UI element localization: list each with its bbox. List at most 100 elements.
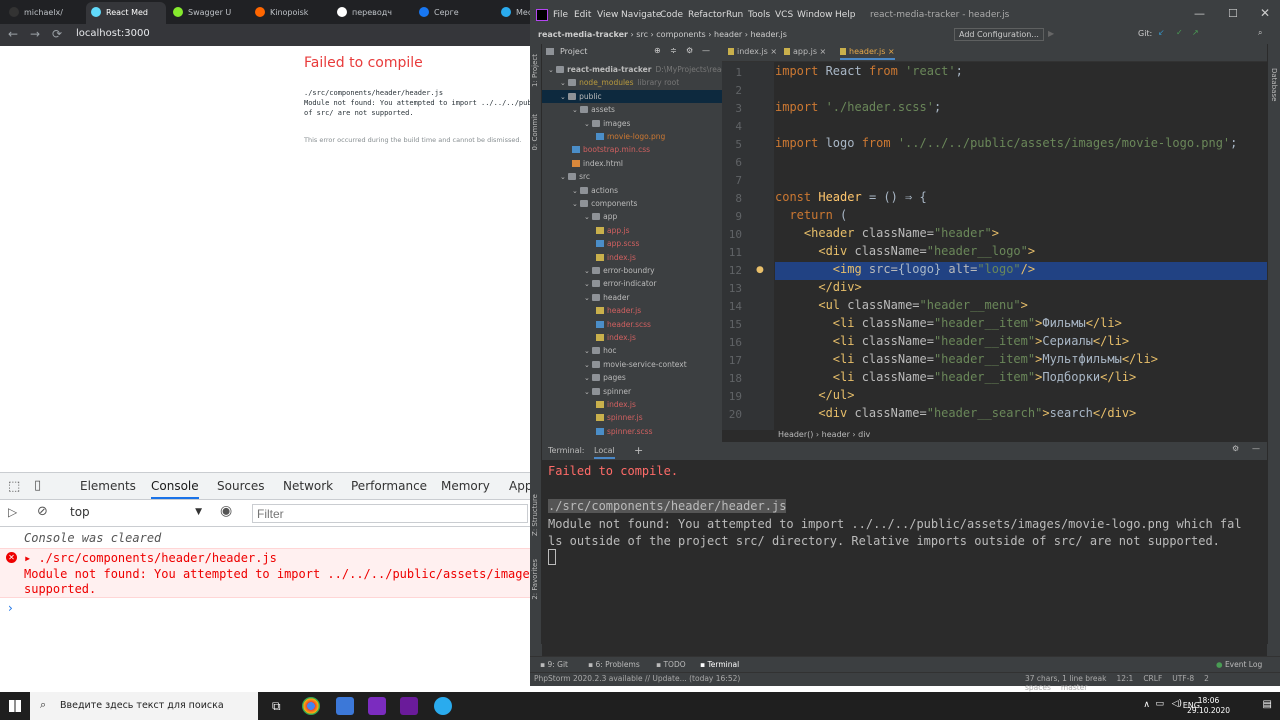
devtools-tab-network[interactable]: Network	[283, 479, 333, 493]
browser-tab[interactable]: Серге	[414, 2, 494, 24]
close-icon[interactable]: ✕	[1260, 6, 1270, 20]
tree-item[interactable]: header.js	[542, 304, 641, 317]
chevron-down-icon[interactable]: ⌄	[584, 120, 592, 128]
bottom-tab-2[interactable]: ▪ TODO	[656, 660, 686, 669]
devtools-tab-elements[interactable]: Elements	[80, 479, 136, 493]
devtools-tab-memory[interactable]: Memory	[441, 479, 490, 493]
tree-item[interactable]: spinner.scss	[542, 425, 653, 438]
terminal-tab-local[interactable]: Local	[594, 446, 615, 459]
tree-item[interactable]: ⌄ spinner	[542, 385, 631, 398]
git-push-icon[interactable]: ↗	[1192, 28, 1199, 37]
menu-vcs[interactable]: VCS	[775, 10, 793, 20]
close-tab-icon[interactable]: ×	[768, 47, 777, 56]
phpstorm-taskbar-icon[interactable]	[368, 697, 386, 715]
network-icon[interactable]: ▭	[1155, 699, 1164, 709]
tree-item[interactable]: ⌄ movie-service-context	[542, 358, 687, 371]
database-tool-tab[interactable]: Database	[1270, 68, 1278, 101]
editor-tab-app-js[interactable]: app.js ×	[784, 47, 826, 56]
breadcrumb-item[interactable]: header	[714, 30, 742, 39]
tree-item[interactable]: ⌄ actions	[542, 184, 618, 197]
event-log-button[interactable]: ● Event Log	[1216, 660, 1262, 669]
url-field[interactable]: localhost:3000	[76, 28, 150, 39]
browser-tab[interactable]: Mecc	[496, 2, 530, 24]
git-commit-icon[interactable]: ✓	[1176, 28, 1183, 37]
code-breadcrumb-item[interactable]: Header()	[778, 430, 813, 439]
inspect-icon[interactable]: ⬚	[8, 479, 20, 494]
status-item[interactable]: CRLF	[1143, 674, 1162, 683]
tree-item[interactable]: index.js	[542, 251, 636, 264]
breadcrumb-item[interactable]: header.js	[751, 30, 787, 39]
menu-help[interactable]: Help	[835, 10, 856, 20]
filter-input[interactable]	[252, 504, 528, 523]
chevron-down-icon[interactable]: ⌄	[572, 106, 580, 114]
menu-run[interactable]: Run	[726, 10, 743, 20]
bottom-tab-0[interactable]: ▪ 9: Git	[540, 660, 568, 669]
status-item[interactable]: master	[1061, 683, 1087, 692]
chevron-down-icon[interactable]: ⌄	[584, 374, 592, 382]
code-breadcrumb-item[interactable]: div	[858, 430, 870, 439]
tree-item[interactable]: bootstrap.min.css	[542, 143, 650, 156]
status-item[interactable]: 37 chars, 1 line break	[1025, 674, 1106, 683]
console-prompt-icon[interactable]: ›	[8, 601, 13, 615]
clock[interactable]: 18:06 29.10.2020	[1187, 696, 1230, 716]
tree-item[interactable]: ⌄ error-indicator	[542, 277, 657, 290]
status-item[interactable]: UTF-8	[1172, 674, 1194, 683]
terminal-settings-icon[interactable]: ⚙	[1232, 444, 1239, 453]
chevron-down-icon[interactable]: ⌄	[584, 267, 592, 275]
code-breadcrumb-item[interactable]: header	[822, 430, 850, 439]
tree-item[interactable]: movie-logo.png	[542, 130, 665, 143]
collapse-icon[interactable]: ≑	[670, 46, 677, 55]
menu-refactor[interactable]: Refactor	[688, 10, 726, 20]
project-tool-tab[interactable]: 1: Project	[531, 54, 539, 87]
menu-code[interactable]: Code	[660, 10, 683, 20]
tree-item[interactable]: ⌄ assets	[542, 103, 615, 116]
tree-item[interactable]: spinner.js	[542, 411, 643, 424]
task-view-icon[interactable]: ⧉	[272, 699, 281, 714]
browser-tab[interactable]: Kinopoisk	[250, 2, 330, 24]
tree-item[interactable]: app.js	[542, 224, 630, 237]
chevron-down-icon[interactable]: ⌄	[548, 66, 556, 74]
breadcrumb-item[interactable]: components	[656, 30, 705, 39]
menu-edit[interactable]: Edit	[574, 10, 591, 20]
code-area[interactable]: import React from 'react'; import './head…	[775, 62, 1267, 430]
tray-chevron-icon[interactable]: ∧	[1143, 700, 1150, 710]
editor-tab-index-js[interactable]: index.js ×	[728, 47, 777, 56]
telegram-taskbar-icon[interactable]	[434, 697, 452, 715]
maximize-icon[interactable]: ☐	[1228, 7, 1238, 20]
breadcrumb-item[interactable]: src	[636, 30, 648, 39]
intention-bulb-icon[interactable]: ●	[756, 265, 764, 275]
volume-icon[interactable]: ◁)	[1172, 699, 1182, 709]
tree-item[interactable]: header.scss	[542, 318, 651, 331]
device-toolbar-icon[interactable]: ▯	[34, 478, 41, 493]
menu-window[interactable]: Window	[797, 10, 833, 20]
tree-item[interactable]: ⌄ src	[542, 170, 590, 183]
chevron-down-icon[interactable]: ⌄	[560, 79, 568, 87]
chrome-taskbar-icon[interactable]	[302, 697, 320, 715]
tree-item[interactable]: ⌄ components	[542, 197, 637, 210]
tree-item[interactable]: ⌄ node_modules library root	[542, 76, 679, 89]
context-select[interactable]: top ▼	[64, 505, 206, 522]
save-taskbar-icon[interactable]	[336, 697, 354, 715]
chevron-down-icon[interactable]: ⌄	[572, 200, 580, 208]
menu-tools[interactable]: Tools	[748, 10, 770, 20]
commit-tool-tab[interactable]: 0: Commit	[531, 114, 539, 151]
tree-item[interactable]: ⌄ public	[542, 89, 722, 103]
visual-studio-taskbar-icon[interactable]	[400, 697, 418, 715]
menu-view[interactable]: View	[597, 10, 618, 20]
hide-panel-icon[interactable]: —	[702, 46, 710, 55]
menu-navigate[interactable]: Navigate	[621, 10, 661, 20]
notifications-icon[interactable]: ▤	[1263, 699, 1272, 710]
status-item[interactable]: 12:1	[1116, 674, 1133, 683]
breadcrumb-item[interactable]: react-media-tracker	[538, 30, 628, 39]
chevron-down-icon[interactable]: ⌄	[584, 294, 592, 302]
add-configuration-button[interactable]: Add Configuration...	[954, 28, 1044, 41]
tree-item[interactable]: ⌄ app	[542, 210, 617, 223]
favorites-tool-tab[interactable]: 2: Favorites	[531, 559, 539, 600]
menu-file[interactable]: File	[553, 10, 568, 20]
back-icon[interactable]: ←	[8, 27, 18, 41]
browser-tab[interactable]: React Med	[86, 2, 166, 24]
chevron-down-icon[interactable]: ⌄	[584, 361, 592, 369]
tree-item[interactable]: index.html	[542, 157, 623, 170]
tree-item[interactable]: ⌄ images	[542, 117, 630, 130]
chevron-down-icon[interactable]: ⌄	[584, 388, 592, 396]
